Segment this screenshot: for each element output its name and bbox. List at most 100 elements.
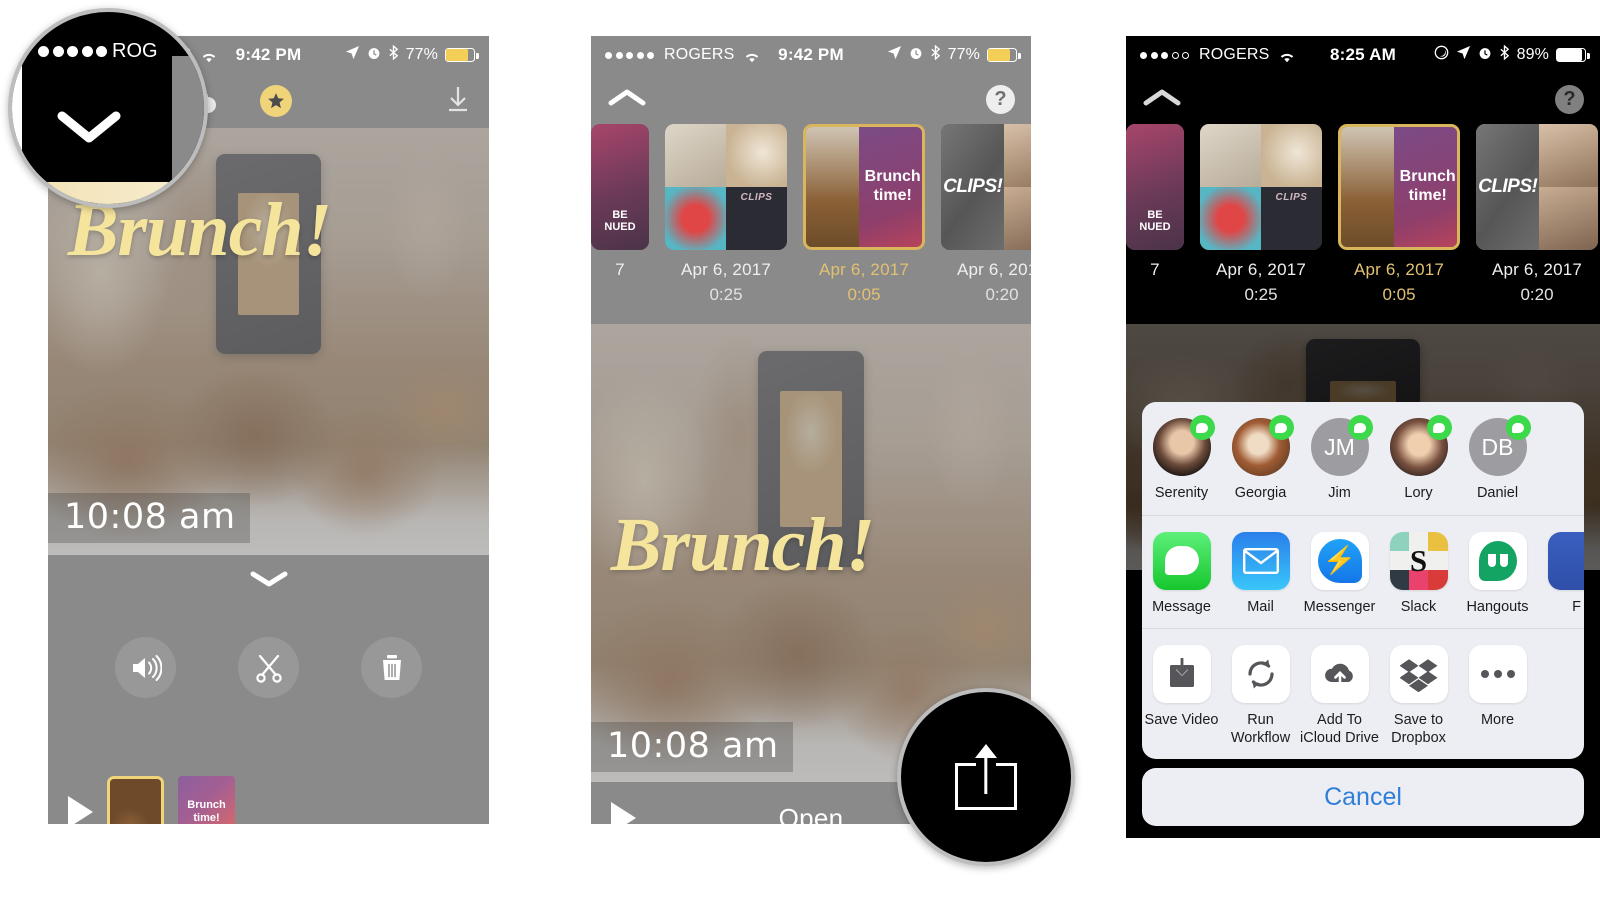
chevron-down-icon[interactable] xyxy=(249,569,289,594)
help-button[interactable]: ? xyxy=(986,84,1015,114)
project-thumbnail: CLIPS! xyxy=(941,124,1031,250)
trim-scissors-button[interactable] xyxy=(238,637,299,698)
share-app-mail[interactable]: Mail xyxy=(1221,531,1300,616)
share-contact-jim[interactable]: JM Jim xyxy=(1300,415,1379,502)
project-thumbnail-selected: Brunch time! xyxy=(803,124,925,250)
project-item[interactable]: CLIPS Apr 6, 2017 0:25 xyxy=(665,124,787,305)
project-thumbnail: BE NUED xyxy=(1126,124,1184,250)
project-thumb-art: BE NUED xyxy=(1126,124,1184,250)
share-action-save-video[interactable]: Save Video xyxy=(1142,645,1221,747)
app-name: F xyxy=(1572,598,1581,615)
share-contact-lory[interactable]: Lory xyxy=(1379,415,1458,502)
share-contact-daniel[interactable]: DB Daniel xyxy=(1458,415,1537,502)
share-apps-row[interactable]: Message Mail ⚡ Messenger S Slack Hangout… xyxy=(1142,514,1584,628)
timeline-clip-photo[interactable] xyxy=(107,776,164,824)
project-thumb-art: BE NUED xyxy=(591,124,649,250)
project-thumbnail: CLIPS! xyxy=(1476,124,1598,250)
project-item[interactable]: CLIPS! Apr 6, 2017 0:20 xyxy=(1476,124,1598,305)
project-thumb-overlay-label: CLIPS! xyxy=(1478,176,1538,197)
project-item-partial-left[interactable]: BE NUED 7 xyxy=(591,124,649,280)
signal-dots-icon xyxy=(38,46,107,57)
share-sheet-card: Serenity Georgia JM Jim Lory DB Daniel M… xyxy=(1142,402,1584,759)
chevron-up-icon[interactable] xyxy=(1142,86,1182,113)
project-item-partial-left[interactable]: BE NUED 7 xyxy=(1126,124,1184,280)
chevron-down-icon[interactable] xyxy=(56,108,122,151)
project-thumb-overlay-label: Brunch time! xyxy=(864,168,921,204)
slack-app-icon: S xyxy=(1389,531,1448,590)
share-icon[interactable] xyxy=(955,744,1017,810)
share-sheet: Serenity Georgia JM Jim Lory DB Daniel M… xyxy=(1142,402,1584,826)
share-contact-georgia[interactable]: Georgia xyxy=(1221,415,1300,502)
wifi-icon xyxy=(1279,49,1295,62)
share-app-slack[interactable]: S Slack xyxy=(1379,531,1458,616)
battery-percent: 77% xyxy=(405,46,438,63)
avatar xyxy=(1152,415,1215,477)
share-app-hangouts[interactable]: Hangouts xyxy=(1458,531,1537,616)
editor-controls-area: Brunch time! xyxy=(48,555,489,824)
project-thumb-art: Brunch time! xyxy=(1341,127,1457,247)
share-actions-row[interactable]: Save Video Run Workflow Add To iCloud Dr… xyxy=(1142,628,1584,759)
star-sticker-icon[interactable] xyxy=(260,85,292,117)
messages-app-icon xyxy=(1152,531,1211,590)
volume-button[interactable] xyxy=(115,637,176,698)
app-name: Message xyxy=(1152,598,1211,615)
project-duration: 0:20 xyxy=(1520,285,1554,304)
project-item[interactable]: CLIPS! Apr 6, 2017 0:20 xyxy=(941,124,1031,305)
share-app-messenger[interactable]: ⚡ Messenger xyxy=(1300,531,1379,616)
signal-dots-icon xyxy=(605,51,654,59)
app-name: Slack xyxy=(1400,598,1437,615)
share-contact-serenity[interactable]: Serenity xyxy=(1142,415,1221,502)
alarm-clock-icon xyxy=(367,46,381,65)
chevron-up-icon[interactable] xyxy=(607,86,647,113)
share-action-add-icloud[interactable]: Add To iCloud Drive xyxy=(1300,645,1379,747)
message-badge-icon xyxy=(1347,415,1373,441)
share-button-callout[interactable] xyxy=(897,688,1075,866)
signal-dots-icon xyxy=(1140,51,1189,59)
cancel-button[interactable]: Cancel xyxy=(1142,768,1584,826)
share-contacts-row[interactable]: Serenity Georgia JM Jim Lory DB Daniel xyxy=(1142,402,1584,514)
message-badge-icon xyxy=(1426,415,1452,441)
status-time: 9:42 PM xyxy=(778,45,844,64)
project-strip-panel2[interactable]: BE NUED 7 CLIPS Apr 6, 2017 0:25 Brunch t xyxy=(591,124,1031,324)
project-date: Apr 6, 2017 xyxy=(1215,260,1307,279)
battery-icon xyxy=(987,48,1021,62)
download-icon[interactable] xyxy=(445,85,471,118)
project-item[interactable]: CLIPS Apr 6, 2017 0:25 xyxy=(1200,124,1322,305)
avatar xyxy=(1389,415,1452,477)
message-badge-icon xyxy=(1189,415,1215,441)
project-thumbnail-selected: Brunch time! xyxy=(1338,124,1460,250)
collapse-chevron-callout: ROG xyxy=(8,8,208,208)
battery-percent: 89% xyxy=(1516,46,1549,63)
timeline-clip-title-card[interactable]: Brunch time! xyxy=(178,776,235,824)
share-app-facebook-partial[interactable]: F xyxy=(1537,531,1584,616)
callout-yellow-strip xyxy=(20,182,204,204)
project-item-selected[interactable]: Brunch time! Apr 6, 2017 0:05 xyxy=(803,124,925,305)
bluetooth-icon xyxy=(1499,44,1510,65)
timestamp-overlay: 10:08 am xyxy=(591,722,793,772)
project-date: Apr 6, 2017 xyxy=(818,260,910,279)
project-thumb-art: CLIPS! xyxy=(941,124,1031,250)
project-strip-panel3[interactable]: BE NUED 7 CLIPS Apr 6, 2017 0:25 Brunch t xyxy=(1126,124,1600,324)
facebook-messenger-app-icon: ⚡ xyxy=(1310,531,1369,590)
share-action-save-dropbox[interactable]: Save to Dropbox xyxy=(1379,645,1458,747)
callout-edge-white xyxy=(12,54,22,164)
clip-timeline[interactable]: Brunch time! xyxy=(48,776,489,824)
callout-edge-grey xyxy=(172,56,204,180)
share-app-message[interactable]: Message xyxy=(1142,531,1221,616)
browser-nav-bar-panel3: ? xyxy=(1126,74,1600,124)
help-button[interactable]: ? xyxy=(1555,84,1584,114)
browser-nav-bar-panel2: ? xyxy=(591,74,1031,124)
alarm-clock-icon xyxy=(909,46,923,65)
delete-trash-button[interactable] xyxy=(361,637,422,698)
battery-icon xyxy=(445,48,479,62)
avatar: JM xyxy=(1310,415,1373,477)
share-action-run-workflow[interactable]: Run Workflow xyxy=(1221,645,1300,747)
project-item-selected[interactable]: Brunch time! Apr 6, 2017 0:05 xyxy=(1338,124,1460,305)
title-overlay: Brunch! xyxy=(610,503,875,588)
wifi-icon xyxy=(744,49,760,62)
contact-name: Daniel xyxy=(1476,485,1519,502)
status-right-panel3: 89% xyxy=(1396,44,1590,65)
play-icon[interactable] xyxy=(68,796,93,824)
share-action-more[interactable]: More xyxy=(1458,645,1537,747)
project-thumb-overlay-label: Brunch time! xyxy=(1399,168,1456,204)
